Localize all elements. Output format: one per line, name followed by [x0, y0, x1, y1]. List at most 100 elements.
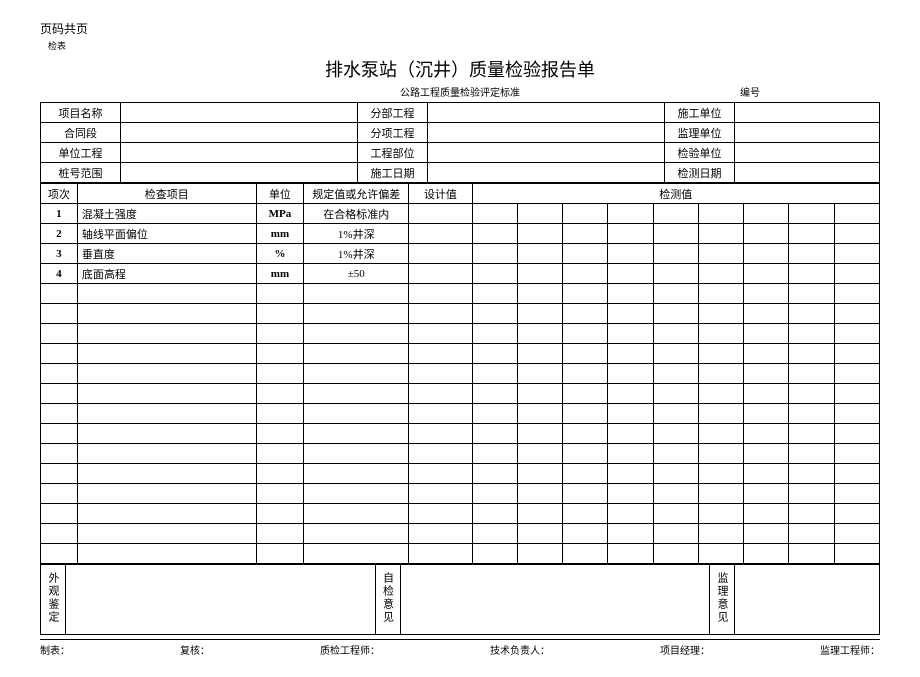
detect-cell: [789, 424, 834, 444]
detect-cell: [472, 524, 517, 544]
detect-cell: [789, 384, 834, 404]
detect-cell: [653, 544, 698, 564]
signature-row: 制表： 复核： 质检工程师： 技术负责人： 项目经理： 监理工程师：: [40, 639, 880, 657]
col-unit: 单位: [256, 184, 303, 204]
detect-cell: [517, 464, 562, 484]
label-supervise-unit: 监理单位: [665, 123, 735, 143]
detect-cell: [834, 424, 879, 444]
detect-cell: [472, 424, 517, 444]
detect-cell: [698, 424, 743, 444]
detect-cell: [563, 524, 608, 544]
item-cell: 底面高程: [77, 264, 256, 284]
detect-cell: [472, 284, 517, 304]
seq-cell: [41, 484, 78, 504]
design-cell: [409, 244, 472, 264]
table-row: 2轴线平面偏位mm1%井深: [41, 224, 880, 244]
design-cell: [409, 324, 472, 344]
tolerance-cell: [304, 344, 409, 364]
detect-cell: [834, 444, 879, 464]
detect-cell: [608, 404, 653, 424]
detect-cell: [789, 404, 834, 424]
label-inspect-unit: 检验单位: [665, 143, 735, 163]
value-cell: [121, 123, 358, 143]
item-cell: [77, 464, 256, 484]
unit-cell: [256, 464, 303, 484]
detect-cell: [608, 364, 653, 384]
detect-cell: [517, 404, 562, 424]
design-cell: [409, 264, 472, 284]
seq-cell: 2: [41, 224, 78, 244]
detect-cell: [653, 384, 698, 404]
check-table: 项次 检查项目 单位 规定值或允许偏差 设计值 检测值 1混凝土强度MPa在合格…: [40, 183, 880, 564]
design-cell: [409, 484, 472, 504]
detect-cell: [608, 544, 653, 564]
unit-cell: mm: [256, 224, 303, 244]
unit-cell: mm: [256, 264, 303, 284]
unit-cell: [256, 404, 303, 424]
detect-cell: [563, 284, 608, 304]
detect-cell: [789, 324, 834, 344]
detect-cell: [472, 204, 517, 224]
detect-cell: [563, 504, 608, 524]
detect-cell: [789, 284, 834, 304]
unit-cell: [256, 524, 303, 544]
detect-cell: [563, 204, 608, 224]
label-appearance: 外观鉴定: [41, 565, 66, 635]
seq-cell: [41, 344, 78, 364]
detect-cell: [834, 244, 879, 264]
value-cell: [735, 123, 880, 143]
value-cell: [428, 103, 665, 123]
detect-cell: [698, 344, 743, 364]
detect-cell: [472, 364, 517, 384]
seq-cell: 4: [41, 264, 78, 284]
seq-cell: [41, 324, 78, 344]
unit-cell: [256, 504, 303, 524]
detect-cell: [517, 244, 562, 264]
label-contract: 合同段: [41, 123, 121, 143]
col-item: 检查项目: [77, 184, 256, 204]
standard-row: 公路工程质量检验评定标准 编号: [40, 84, 880, 98]
detect-cell: [834, 384, 879, 404]
design-cell: [409, 504, 472, 524]
sig-maker: 制表：: [40, 642, 70, 657]
detect-cell: [517, 484, 562, 504]
detect-cell: [563, 344, 608, 364]
unit-cell: [256, 324, 303, 344]
col-tolerance: 规定值或允许偏差: [304, 184, 409, 204]
detect-cell: [563, 404, 608, 424]
detect-cell: [517, 344, 562, 364]
detect-cell: [698, 224, 743, 244]
design-cell: [409, 304, 472, 324]
seq-cell: [41, 504, 78, 524]
item-cell: [77, 504, 256, 524]
col-design: 设计值: [409, 184, 472, 204]
unit-cell: %: [256, 244, 303, 264]
detect-cell: [472, 504, 517, 524]
detect-cell: [472, 484, 517, 504]
detect-cell: [517, 524, 562, 544]
label-pile-range: 桩号范围: [41, 163, 121, 183]
detect-cell: [563, 304, 608, 324]
detect-cell: [608, 324, 653, 344]
detect-cell: [563, 424, 608, 444]
detect-cell: [698, 484, 743, 504]
design-cell: [409, 444, 472, 464]
unit-cell: [256, 284, 303, 304]
unit-cell: [256, 304, 303, 324]
unit-cell: [256, 424, 303, 444]
detect-cell: [472, 544, 517, 564]
design-cell: [409, 524, 472, 544]
seq-cell: [41, 364, 78, 384]
detect-cell: [744, 304, 789, 324]
table-row: [41, 284, 880, 304]
detect-cell: [698, 524, 743, 544]
seq-cell: [41, 304, 78, 324]
label-self-check: 自检意见: [375, 565, 400, 635]
detect-cell: [744, 524, 789, 544]
detect-cell: [789, 264, 834, 284]
value-cell: [735, 143, 880, 163]
detect-cell: [698, 404, 743, 424]
seq-cell: [41, 384, 78, 404]
design-cell: [409, 424, 472, 444]
detect-cell: [608, 504, 653, 524]
